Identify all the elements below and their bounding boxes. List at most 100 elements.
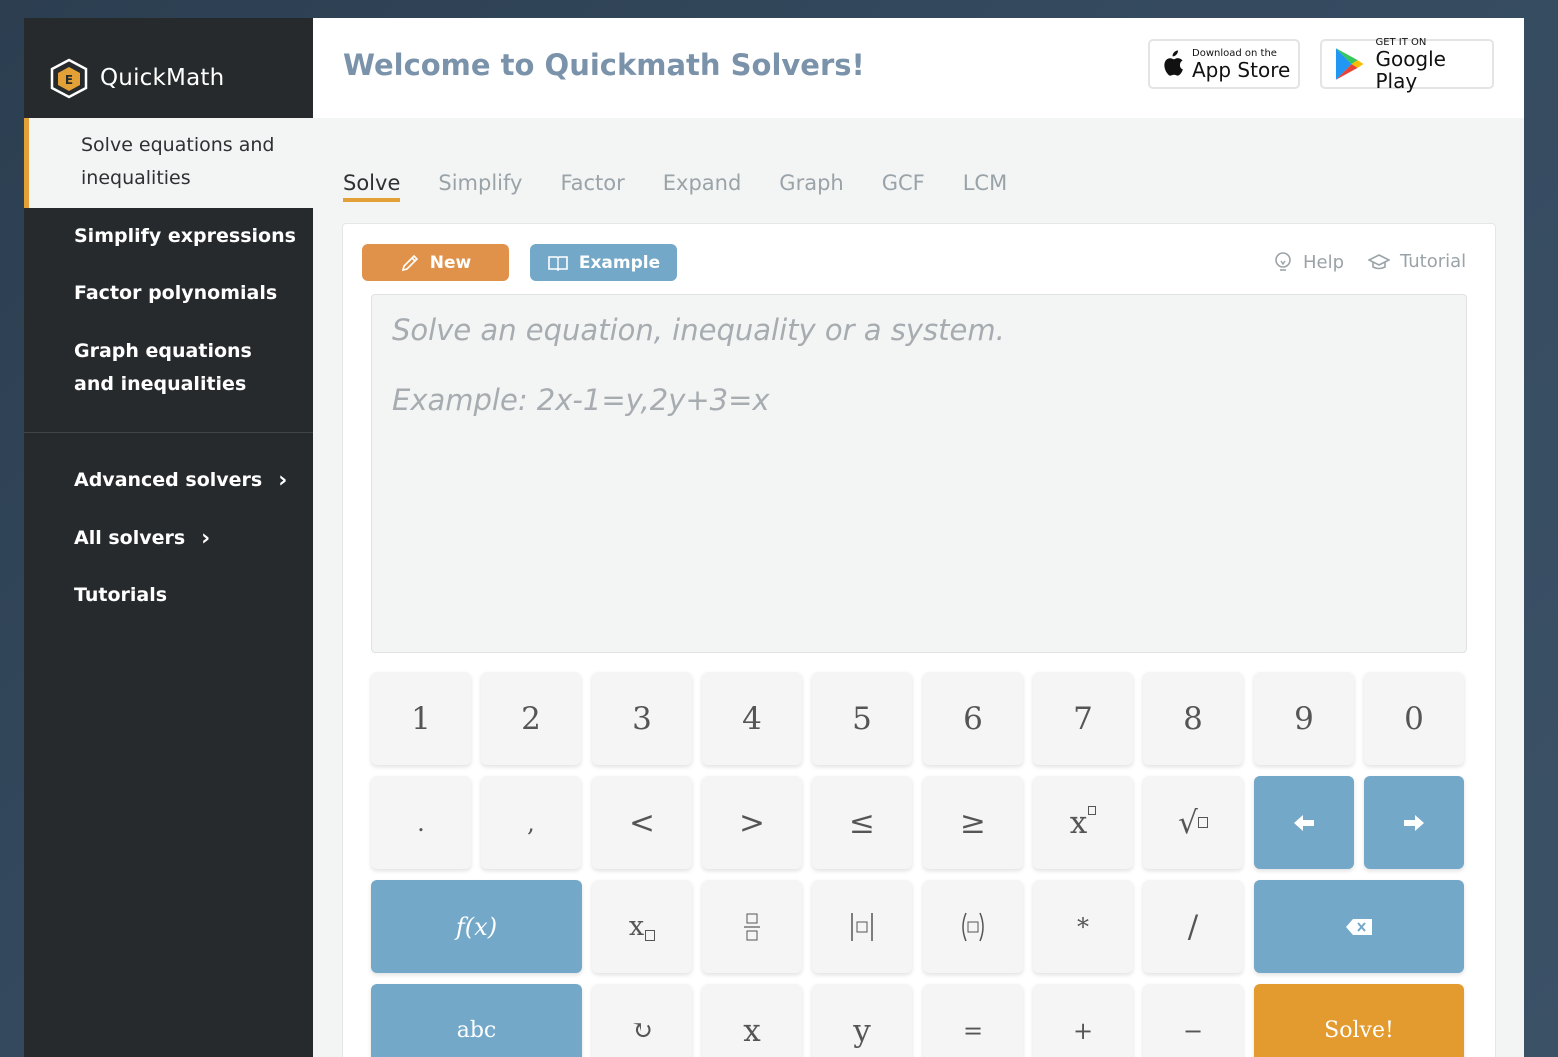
key-divide[interactable]: / <box>1143 880 1243 973</box>
app-window: E QuickMath Solve equations and inequali… <box>24 18 1524 1057</box>
backspace-icon <box>1346 918 1372 935</box>
example-button-label: Example <box>578 252 661 273</box>
key-greater-equal[interactable]: ≥ <box>923 776 1023 869</box>
key-parentheses[interactable] <box>923 880 1023 973</box>
exponent-placeholder-icon <box>1088 806 1097 815</box>
svg-text:E: E <box>65 73 73 87</box>
brand-name: QuickMath <box>100 65 225 91</box>
radicand-placeholder-icon <box>1197 817 1208 828</box>
help-link[interactable]: Help <box>1273 251 1344 273</box>
sidebar-item-label: Solve equations and inequalities <box>81 134 275 189</box>
reset-button[interactable]: ↻ <box>592 984 692 1057</box>
function-keypad-button[interactable]: f(x) <box>371 880 582 973</box>
solve-button[interactable]: Solve! <box>1254 984 1464 1057</box>
app-store-small-text: Download on the <box>1192 47 1277 59</box>
key-sqrt-label: √ <box>1178 804 1198 841</box>
sidebar: E QuickMath Solve equations and inequali… <box>24 18 313 1057</box>
cursor-left-button[interactable] <box>1254 776 1354 869</box>
key-6[interactable]: 6 <box>923 672 1023 765</box>
new-button-label: New <box>429 252 472 273</box>
key-7[interactable]: 7 <box>1033 672 1133 765</box>
book-icon <box>548 255 568 271</box>
cursor-right-button[interactable] <box>1364 776 1464 869</box>
google-play-icon <box>1335 48 1364 80</box>
key-8[interactable]: 8 <box>1143 672 1243 765</box>
lightbulb-icon <box>1275 252 1291 271</box>
key-multiply[interactable]: * <box>1033 880 1133 973</box>
tab-gcf[interactable]: GCF <box>882 171 925 202</box>
key-subscript[interactable]: x <box>592 880 692 973</box>
key-absolute-value[interactable] <box>812 880 912 973</box>
fraction-icon <box>744 913 760 940</box>
backspace-button[interactable] <box>1254 880 1464 973</box>
google-play-button[interactable]: GET IT ON Google Play <box>1320 36 1494 92</box>
key-4[interactable]: 4 <box>702 672 802 765</box>
key-period[interactable]: . <box>371 776 471 869</box>
key-1[interactable]: 1 <box>371 672 471 765</box>
key-x[interactable]: x <box>702 984 802 1057</box>
page-title: Welcome to Quickmath Solvers! <box>343 48 865 82</box>
chevron-right-icon: › <box>201 526 211 551</box>
key-less-than[interactable]: < <box>592 776 692 869</box>
graduation-cap-icon <box>1368 253 1390 269</box>
input-example-placeholder: Example: 2x-1=y,2y+3=x <box>392 383 770 417</box>
key-power-label: x <box>1069 804 1088 841</box>
solver-card: New Example Help Tutorial Solve an equat… <box>342 223 1496 1057</box>
sidebar-item-label: Graph equations and inequalities <box>74 340 252 395</box>
sidebar-item-simplify[interactable]: Simplify expressions <box>24 220 313 253</box>
chevron-right-icon: › <box>278 468 288 493</box>
tutorial-link[interactable]: Tutorial <box>1368 251 1466 272</box>
solver-tabs: Solve Simplify Factor Expand Graph GCF L… <box>343 171 1045 202</box>
key-sqrt[interactable]: √ <box>1143 776 1243 869</box>
new-button[interactable]: New <box>362 244 509 281</box>
alphabet-keypad-button[interactable]: abc <box>371 984 582 1057</box>
pencil-icon <box>401 254 418 271</box>
tab-simplify[interactable]: Simplify <box>438 171 522 202</box>
tab-lcm[interactable]: LCM <box>963 171 1007 202</box>
logo[interactable]: E QuickMath <box>48 58 225 99</box>
key-5[interactable]: 5 <box>812 672 912 765</box>
help-link-label: Help <box>1303 251 1345 273</box>
key-greater-than[interactable]: > <box>702 776 802 869</box>
example-button[interactable]: Example <box>530 244 677 281</box>
key-0[interactable]: 0 <box>1364 672 1464 765</box>
tab-expand[interactable]: Expand <box>663 171 742 202</box>
tab-graph[interactable]: Graph <box>779 171 843 202</box>
absolute-value-icon <box>851 912 873 941</box>
sidebar-item-label: Tutorials <box>74 584 168 606</box>
key-equals[interactable]: = <box>923 984 1023 1057</box>
equation-input[interactable]: Solve an equation, inequality or a syste… <box>371 294 1467 653</box>
arrow-right-icon <box>1404 814 1424 831</box>
sidebar-item-label: Advanced solvers <box>74 469 263 491</box>
google-play-small-text: GET IT ON <box>1375 36 1427 48</box>
tab-solve[interactable]: Solve <box>343 171 401 202</box>
key-2[interactable]: 2 <box>481 672 581 765</box>
subscript-placeholder-icon <box>645 930 656 941</box>
app-store-button[interactable]: Download on the App Store <box>1148 39 1300 89</box>
key-fraction[interactable] <box>702 880 802 973</box>
arrow-left-icon <box>1294 814 1314 831</box>
key-minus[interactable]: − <box>1143 984 1243 1057</box>
key-plus[interactable]: + <box>1033 984 1133 1057</box>
sidebar-item-advanced-solvers[interactable]: Advanced solvers › <box>24 464 313 497</box>
sidebar-item-label: Simplify expressions <box>74 225 296 247</box>
parentheses-icon <box>962 912 984 941</box>
key-y[interactable]: y <box>812 984 912 1057</box>
refresh-icon: ↻ <box>631 1015 653 1046</box>
app-store-big-text: App Store <box>1192 57 1291 82</box>
key-9[interactable]: 9 <box>1254 672 1354 765</box>
key-less-equal[interactable]: ≤ <box>812 776 912 869</box>
tutorial-link-label: Tutorial <box>1400 251 1467 272</box>
sidebar-item-all-solvers[interactable]: All solvers › <box>24 522 313 555</box>
key-power[interactable]: x <box>1033 776 1133 869</box>
sidebar-item-graph[interactable]: Graph equations and inequalities <box>24 335 313 401</box>
sidebar-item-label: All solvers <box>74 527 186 549</box>
sidebar-item-solve[interactable]: Solve equations and inequalities <box>24 118 313 208</box>
key-comma[interactable]: , <box>481 776 581 869</box>
quickmath-logo-icon: E <box>50 58 88 99</box>
tab-factor[interactable]: Factor <box>560 171 624 202</box>
sidebar-item-tutorials[interactable]: Tutorials <box>24 579 313 612</box>
sidebar-item-factor[interactable]: Factor polynomials <box>24 277 313 310</box>
key-3[interactable]: 3 <box>592 672 692 765</box>
sidebar-divider <box>24 432 313 433</box>
